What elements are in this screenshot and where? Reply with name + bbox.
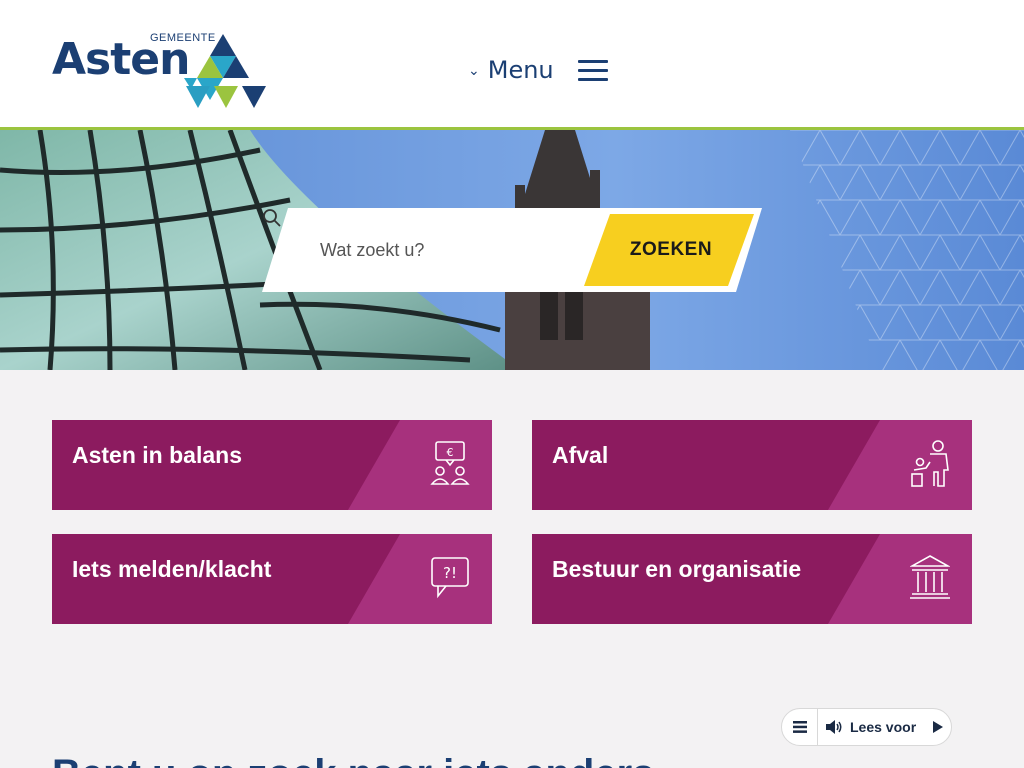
tile-label: Asten in balans xyxy=(72,442,242,468)
tile-slant-decoration xyxy=(348,534,492,624)
hero-banner: ZOEKEN xyxy=(0,130,1024,370)
tile-label: Afval xyxy=(552,442,609,468)
search-input[interactable] xyxy=(320,236,580,264)
hamburger-icon xyxy=(577,58,608,82)
logo-wordmark: Asten xyxy=(52,34,190,85)
tile-iets-melden-klacht[interactable]: Iets melden/klacht ?! xyxy=(52,534,492,624)
list-menu-icon xyxy=(792,721,807,733)
tile-label: Iets melden/klacht xyxy=(72,556,272,582)
section-heading: Bent u op zoek naar iets anders? xyxy=(52,752,652,768)
tile-label: Bestuur en organisatie xyxy=(552,556,802,582)
tile-afval[interactable]: Afval xyxy=(532,420,972,510)
question-exclamation-icon: ?! xyxy=(431,557,469,599)
tile-slant-decoration xyxy=(828,534,972,624)
search-button-label: ZOEKEN xyxy=(629,239,713,260)
search-form: ZOEKEN xyxy=(262,208,762,292)
play-icon xyxy=(933,721,944,733)
tile-asten-in-balans[interactable]: Asten in balans € xyxy=(52,420,492,510)
tile-slant-decoration xyxy=(828,420,972,510)
logo-triangles-icon xyxy=(184,34,266,108)
readspeaker-menu-button[interactable] xyxy=(782,709,818,745)
menu-label: Menu xyxy=(487,56,554,84)
gemeente-asten-logo[interactable]: GEMEENTE Asten xyxy=(52,32,272,110)
chevron-down-icon: ⌄ xyxy=(468,63,480,79)
readspeaker-widget: Lees voor xyxy=(781,708,952,746)
person-trash-icon xyxy=(911,440,949,487)
site-header: GEMEENTE Asten ⌄ Menu xyxy=(0,0,1024,130)
svg-text:?!: ?! xyxy=(443,564,457,582)
tile-bestuur-en-organisatie[interactable]: Bestuur en organisatie xyxy=(532,534,972,624)
lees-voor-label: Lees voor xyxy=(850,719,917,735)
lees-voor-button[interactable]: Lees voor xyxy=(818,709,951,745)
speaker-icon xyxy=(826,720,842,734)
search-button[interactable]: ZOEKEN xyxy=(586,214,756,286)
tile-slant-decoration xyxy=(348,420,492,510)
svg-text:€: € xyxy=(447,446,454,459)
people-euro-icon: € xyxy=(430,441,470,485)
search-icon xyxy=(263,209,281,227)
government-building-icon xyxy=(910,555,950,599)
main-menu-button[interactable]: ⌄ Menu xyxy=(468,52,608,88)
